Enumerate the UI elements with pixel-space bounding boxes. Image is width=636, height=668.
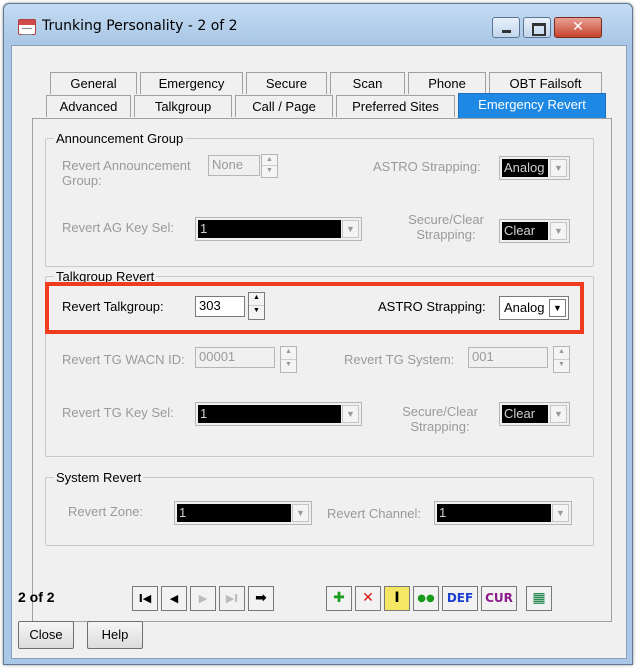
tab-obt-failsoft[interactable]: OBT Failsoft: [489, 72, 602, 94]
highlight-box: [45, 282, 584, 334]
close-window-button[interactable]: ✕: [554, 17, 602, 38]
ag-secure-clear-label: Secure/Clear Strapping:: [408, 212, 484, 242]
app-icon: [18, 19, 36, 35]
close-button[interactable]: Close: [18, 621, 74, 649]
ag-key-sel-label: Revert AG Key Sel:: [62, 220, 174, 235]
tab-secure[interactable]: Secure: [246, 72, 327, 94]
last-record-button[interactable]: ▶I: [219, 586, 245, 611]
ag-astro-combo: Analog ▼: [499, 156, 570, 180]
chevron-down-icon: ▼: [550, 222, 567, 240]
trunking-personality-window: Trunking Personality - 2 of 2 ✕ General …: [3, 3, 633, 665]
tab-general[interactable]: General: [50, 72, 137, 94]
wacn-spinner: ▲ ▼: [280, 346, 297, 373]
tab-call-page[interactable]: Call / Page: [235, 95, 333, 117]
revert-ag-field: None: [208, 155, 260, 176]
next-record-button[interactable]: ▶: [190, 586, 216, 611]
tg-system-spinner: ▲ ▼: [553, 346, 570, 373]
tab-advanced[interactable]: Advanced: [46, 95, 131, 117]
tg-secure-clear-value: Clear: [502, 405, 548, 423]
minimize-button[interactable]: [492, 17, 520, 38]
tab-talkgroup[interactable]: Talkgroup: [134, 95, 232, 117]
revert-zone-label: Revert Zone:: [68, 504, 144, 519]
revert-ag-label: Revert Announcement Group:: [62, 158, 191, 188]
dialog-client-area: General Emergency Secure Scan Phone OBT …: [11, 45, 627, 659]
tab-scan[interactable]: Scan: [330, 72, 405, 94]
wacn-field: 00001: [195, 347, 275, 368]
close-icon: ✕: [572, 19, 584, 35]
current-values-button[interactable]: CUR: [481, 586, 517, 611]
ag-secure-clear-combo: Clear ▼: [499, 219, 570, 243]
chevron-down-icon: ▼: [292, 504, 309, 522]
revert-channel-value: 1: [437, 504, 551, 522]
revert-ag-spinner: ▲ ▼: [261, 154, 278, 178]
grid-view-button[interactable]: ▦: [526, 586, 552, 611]
tg-secure-clear-combo: Clear ▼: [499, 402, 570, 426]
chevron-down-icon: ▼: [342, 220, 359, 238]
tg-system-field: 001: [468, 347, 548, 368]
revert-zone-value: 1: [177, 504, 291, 522]
revert-channel-combo: 1 ▼: [434, 501, 572, 525]
tab-emergency[interactable]: Emergency: [140, 72, 243, 94]
add-record-button[interactable]: ✚: [326, 586, 352, 611]
group-title: Announcement Group: [54, 131, 186, 146]
navigation-toolbar: I◀ ◀ ▶ ▶I ➡: [132, 586, 277, 612]
ag-astro-value: Analog: [502, 159, 548, 177]
tg-secure-clear-label: Secure/Clear Strapping:: [402, 404, 478, 434]
ag-key-sel-value: 1: [198, 220, 341, 238]
edit-toolbar: ✚ ✕ I ●● DEF CUR ▦: [326, 586, 555, 612]
tab-emergency-revert[interactable]: Emergency Revert: [458, 93, 606, 118]
goto-record-button[interactable]: ➡: [248, 586, 274, 611]
tg-key-sel-label: Revert TG Key Sel:: [62, 405, 174, 420]
previous-record-button[interactable]: ◀: [161, 586, 187, 611]
maximize-button[interactable]: [523, 17, 551, 38]
first-record-button[interactable]: I◀: [132, 586, 158, 611]
chevron-down-icon: ▼: [552, 504, 569, 522]
tg-system-label: Revert TG System:: [344, 352, 455, 367]
tab-preferred-sites[interactable]: Preferred Sites: [336, 95, 455, 117]
chevron-down-icon: ▼: [550, 159, 567, 177]
tg-key-sel-value: 1: [198, 405, 341, 423]
window-title: Trunking Personality - 2 of 2: [42, 18, 238, 34]
copy-record-button[interactable]: ●●: [413, 586, 439, 611]
group-title: System Revert: [54, 470, 144, 485]
revert-zone-combo: 1 ▼: [174, 501, 312, 525]
chevron-down-icon: ▼: [342, 405, 359, 423]
revert-channel-label: Revert Channel:: [327, 506, 421, 521]
wacn-label: Revert TG WACN ID:: [62, 352, 185, 367]
tab-phone[interactable]: Phone: [408, 72, 486, 94]
tg-key-sel-combo: 1 ▼: [195, 402, 362, 426]
ag-astro-label: ASTRO Strapping:: [373, 159, 481, 174]
ag-secure-clear-value: Clear: [502, 222, 548, 240]
chevron-down-icon: ▼: [550, 405, 567, 423]
title-bar: Trunking Personality - 2 of 2 ✕: [4, 4, 632, 44]
delete-record-button[interactable]: ✕: [355, 586, 381, 611]
ag-key-sel-combo: 1 ▼: [195, 217, 362, 241]
insert-record-button[interactable]: I: [384, 586, 410, 611]
default-values-button[interactable]: DEF: [442, 586, 478, 611]
record-pager: 2 of 2: [18, 589, 55, 605]
help-button[interactable]: Help: [87, 621, 143, 649]
